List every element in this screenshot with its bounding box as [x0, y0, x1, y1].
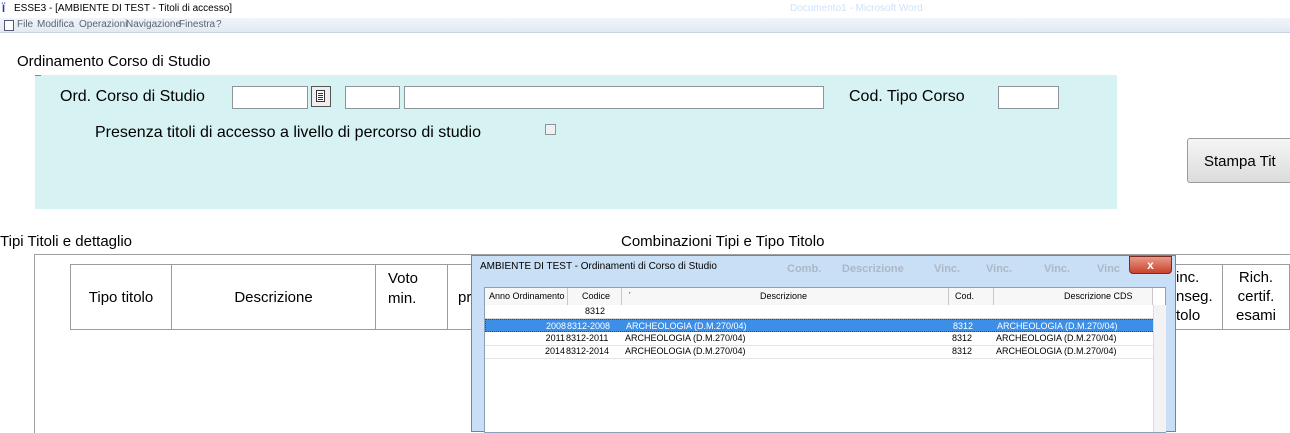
- dialog-title: AMBIENTE DI TEST - Ordinamenti di Corso …: [480, 261, 717, 272]
- ordinamento-section-title: Ordinamento Corso di Studio: [17, 53, 211, 70]
- ghost-descrizione: Descrizione: [842, 263, 904, 275]
- ghost-vinc-2: Vinc.: [986, 263, 1013, 275]
- ghost-vinc-3: Vinc.: [1044, 263, 1071, 275]
- window-title: ESSE3 - [AMBIENTE DI TEST - Titoli di ac…: [14, 3, 233, 14]
- col-inc-label: inc. nseg. tolo: [1176, 269, 1213, 324]
- cell-cod-cds: 8312: [952, 333, 973, 343]
- ord-codice-input[interactable]: [345, 86, 400, 109]
- list-icon: [316, 90, 325, 102]
- vertical-scrollbar[interactable]: [1153, 305, 1166, 432]
- ghost-comb: Comb.: [787, 263, 822, 275]
- table-row[interactable]: 2011 8312-2011 ARCHEOLOGIA (D.M.270/04) …: [485, 332, 1155, 346]
- menu-modifica[interactable]: Modifica: [37, 19, 74, 30]
- presenza-checkbox[interactable]: [545, 124, 556, 135]
- cell-anno: 2011: [545, 333, 565, 343]
- menu-operazioni[interactable]: Operazioni: [79, 19, 127, 30]
- cell-cod-cds: 8312: [952, 346, 973, 356]
- col-descrizione[interactable]: Descrizione: [171, 264, 376, 330]
- stampa-titoli-button[interactable]: Stampa Tit: [1187, 138, 1290, 183]
- background-window-title: Documento1 - Microsoft Word: [790, 3, 923, 14]
- menu-finestra[interactable]: Finestra: [179, 19, 215, 30]
- cod-tipo-corso-label: Cod. Tipo Corso: [849, 88, 965, 105]
- col-codice[interactable]: Codice: [568, 288, 622, 305]
- cell-desc-cds: ARCHEOLOGIA (D.M.270/04): [996, 333, 1117, 343]
- tipi-titoli-section-title: Tipi Titoli e dettaglio: [0, 233, 133, 250]
- menu-bar: File Modifica Operazioni Navigazione Fin…: [0, 18, 1290, 33]
- ord-corso-label: Ord. Corso di Studio: [60, 88, 205, 105]
- document-icon[interactable]: [4, 20, 14, 31]
- col-descrizione-cds[interactable]: Descrizione CDS: [994, 288, 1153, 305]
- ordinamenti-dialog: AMBIENTE DI TEST - Ordinamenti di Corso …: [471, 255, 1176, 433]
- table-row[interactable]: 2008 8312-2008 ARCHEOLOGIA (D.M.270/04) …: [485, 319, 1155, 332]
- ghost-vinc-1: Vinc.: [934, 263, 961, 275]
- ordinamenti-table: Anno Ordinamento Codice ˊ Descrizione Co…: [484, 287, 1166, 433]
- col-inc-nseg-tolo[interactable]: inc. nseg. tolo: [1168, 264, 1223, 330]
- app-icon: Ï: [2, 3, 6, 15]
- combinazioni-section-title: Combinazioni Tipi e Tipo Titolo: [621, 233, 825, 250]
- col-tipo-titolo[interactable]: Tipo titolo: [70, 264, 172, 330]
- ord-descrizione-input[interactable]: [404, 86, 824, 109]
- stampa-button-label: Stampa Tit: [1204, 153, 1276, 170]
- menu-help[interactable]: ?: [216, 19, 222, 30]
- cell-anno: 2014: [544, 346, 565, 356]
- sort-indicator-icon: ˊ: [628, 291, 631, 301]
- col-descrizione-dlg-label: Descrizione: [760, 291, 808, 301]
- cell-codice: 8312-2011: [566, 333, 609, 343]
- ord-corso-lookup-button[interactable]: [311, 86, 331, 107]
- dialog-close-button[interactable]: x: [1129, 256, 1172, 274]
- menu-file[interactable]: File: [17, 19, 33, 30]
- close-icon: x: [1147, 258, 1154, 272]
- table-row[interactable]: 2014 8312-2014 ARCHEOLOGIA (D.M.270/04) …: [485, 345, 1155, 359]
- col-anno-ordinamento[interactable]: Anno Ordinamento: [485, 288, 568, 305]
- col-cod-cds[interactable]: Cod. CDS: [949, 288, 994, 318]
- cell-desc-cds: ARCHEOLOGIA (D.M.270/04): [996, 346, 1117, 356]
- menu-navigazione[interactable]: Navigazione: [126, 19, 181, 30]
- ord-corso-input[interactable]: [232, 86, 308, 109]
- cell-descrizione: ARCHEOLOGIA (D.M.270/04): [625, 333, 746, 343]
- cod-tipo-corso-input[interactable]: [998, 86, 1059, 109]
- presenza-label: Presenza titoli di accesso a livello di …: [95, 124, 481, 141]
- col-voto-min[interactable]: Voto min.: [375, 264, 448, 330]
- panel-corner-line: [35, 75, 41, 76]
- filter-codice-value[interactable]: 8312: [568, 305, 622, 318]
- ghost-vinc-4: Vinc: [1097, 263, 1121, 275]
- window-titlebar: Ï ESSE3 - [AMBIENTE DI TEST - Titoli di …: [0, 0, 1290, 18]
- filter-row[interactable]: 8312: [485, 305, 1155, 319]
- col-rich-certif-esami[interactable]: Rich. certif. esami: [1222, 264, 1290, 330]
- col-descrizione-dlg[interactable]: ˊ Descrizione: [622, 288, 949, 305]
- cell-codice: 8312-2014: [566, 346, 610, 356]
- col-tipo-titolo-label: Tipo titolo: [88, 289, 154, 306]
- col-rich-label: Rich. certif. esami: [1235, 269, 1276, 324]
- col-descrizione-label: Descrizione: [234, 289, 313, 306]
- cell-descrizione: ARCHEOLOGIA (D.M.270/04): [625, 346, 746, 356]
- col-voto-min-label: Voto min.: [388, 270, 419, 307]
